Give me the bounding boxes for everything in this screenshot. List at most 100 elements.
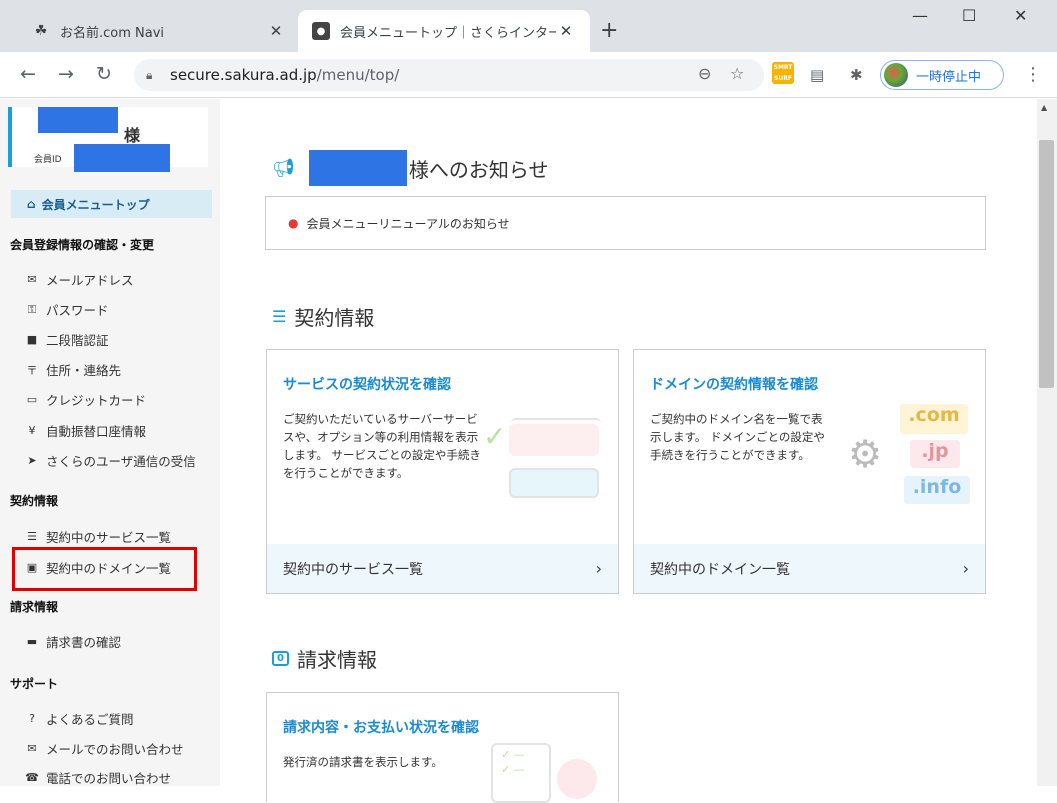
card-description: ご契約中のドメイン名を一覧で表示します。 ドメインごとの設定や手続きを行うことが… [650,412,825,462]
maximize-button[interactable]: ☐ [962,6,976,25]
card-description: 発行済の請求書を表示します。 [283,755,443,769]
check-icon: ✓ [483,420,507,453]
envelope-icon: ✉ [27,273,37,286]
gear-icon: ⚙ [848,432,883,476]
redacted-member-id [74,144,170,172]
user-info: 様 会員ID [8,107,208,172]
scrollbar-thumb[interactable] [1039,140,1054,388]
profile-status: 一時停止中 [916,69,982,85]
profile-button[interactable]: 一時停止中 [880,60,1004,90]
question-circle-icon: ? [29,712,35,725]
invoice-illustration: ✓ — ✓ — [487,739,607,803]
sidebar-item-phone-contact[interactable]: ☎ 電話でのお問い合わせ [24,768,171,787]
card-title: サービスの契約状況を確認 [283,377,451,393]
zoom-icon[interactable]: ⊖ [698,64,711,83]
domain-badge: .info [904,476,970,504]
card-footer-link[interactable]: 契約中のサービス一覧 › [267,544,618,593]
section-account: 会員登録情報の確認・変更 [10,238,155,252]
redacted-name [308,150,407,186]
notes-extension-icon[interactable]: ▤ [810,66,824,84]
sidebar-item-password[interactable]: ⚿ パスワード [24,300,109,319]
contract-heading: ☰ 契約情報 [272,306,375,330]
sidebar-item-address[interactable]: 〒住所・連絡先 [24,360,122,379]
phone-icon: ☎ [25,771,39,784]
server-icon: ☰ [272,307,287,326]
envelope-icon: ✉ [27,742,37,755]
billing-heading: 0 請求情報 [272,644,377,673]
back-arrow-icon[interactable]: ← [20,63,36,85]
sidebar-item-label: 会員メニュートップ [41,197,150,212]
reload-icon[interactable]: ↻ [96,63,112,85]
megaphone-icon: 📢︎ [272,157,295,179]
sidebar-item-credit-card[interactable]: ▭ クレジットカード [24,390,146,409]
card-description: ご契約いただいているサーバーサービスや、オプション等の利用情報を表示します。 サ… [283,412,481,480]
forward-arrow-icon[interactable]: → [58,63,74,85]
card-title: ドメインの契約情報を確認 [650,377,818,393]
service-illustration: ✓ [483,412,603,502]
sidebar-item-menu-top[interactable]: ⌂ 会員メニュートップ [11,190,212,218]
invoice-icon: ▬ [26,635,38,648]
domain-badge: .com [900,404,968,434]
section-billing: 請求情報 [10,600,59,614]
close-tab-icon[interactable]: ✕ [556,22,576,40]
section-support: サポート [10,677,59,691]
sidebar-item-services[interactable]: ☰ 契約中のサービス一覧 [24,527,171,546]
yen-icon: ¥ [28,424,36,437]
sidebar-item-auto-debit[interactable]: ¥ 自動振替口座情報 [24,421,147,440]
minimize-button[interactable]: — [912,6,928,25]
page-title: 📢︎ 様へのお知らせ [272,150,548,186]
avatar [884,63,908,87]
postal-mark-icon: 〒 [26,363,38,377]
tab-title: 会員メニュートップ｜さくらインターネット [340,25,556,41]
card-title: 請求内容・お支払い状況を確認 [283,720,479,736]
sidebar-item-email[interactable]: ✉ メールアドレス [24,270,133,289]
checklist-icon: ✓ — ✓ — [501,748,525,776]
sidebar-item-faq[interactable]: ? よくあるご質問 [24,709,133,728]
browser-toolbar: ← → ↻ 🔒︎ secure.sakura.ad.jp/menu/top/ ⊖… [0,52,1057,98]
sakura-favicon-icon: ● [312,22,330,40]
onamae-favicon-icon: ☘ [34,23,48,39]
user-suffix: 様 [124,126,141,145]
domain-illustration: ⚙ .com .jp .info [844,404,974,508]
highlight-box [12,547,197,591]
notice-link[interactable]: 会員メニューリニューアルのお知らせ [306,215,509,232]
url-path: /menu/top/ [316,66,400,84]
extensions-puzzle-icon[interactable]: ✱ [850,66,863,84]
domain-badge: .jp [910,440,960,468]
new-tab-button[interactable]: + [600,18,618,43]
redacted-name [38,107,118,133]
section-contract: 契約情報 [10,494,59,508]
alert-icon: ● [288,216,299,230]
sidebar-item-2fa[interactable]: ■ 二段階認証 [24,330,109,349]
domain-card[interactable]: ドメインの契約情報を確認 ご契約中のドメイン名を一覧で表示します。 ドメインごと… [633,349,986,594]
close-tab-icon[interactable]: ✕ [266,22,286,40]
tab-onamae[interactable]: ☘ お名前.com Navi ✕ [18,10,300,52]
scroll-up-arrow-icon[interactable]: ▲ [1041,103,1047,112]
send-icon: ➤ [27,454,37,467]
card-footer-link[interactable]: 契約中のドメイン一覧 › [634,544,985,593]
bookmark-star-icon[interactable]: ☆ [730,64,744,83]
sidebar: 様 会員ID ⌂ 会員メニュートップ 会員登録情報の確認・変更 ✉ メールアドレス… [0,99,220,786]
banknote-icon: 0 [272,651,289,666]
credit-card-icon: ▭ [26,393,38,406]
tab-strip: ☘ お名前.com Navi ✕ ● 会員メニュートップ｜さくらインターネット … [0,0,1057,52]
address-bar[interactable]: 🔒︎ secure.sakura.ad.jp/menu/top/ ⊖ ☆ [134,59,764,91]
chevron-right-icon: › [595,559,602,578]
service-card[interactable]: サービスの契約状況を確認 ご契約いただいているサーバーサービスや、オプション等の… [266,349,619,594]
notice-box[interactable]: ● 会員メニューリニューアルのお知らせ [265,196,986,250]
tab-title: お名前.com Navi [60,25,165,41]
tab-sakura[interactable]: ● 会員メニュートップ｜さくらインターネット ✕ [298,10,590,52]
sidebar-item-mail-contact[interactable]: ✉ メールでのお問い合わせ [24,739,183,758]
home-icon: ⌂ [27,197,36,211]
more-menu-icon[interactable]: ⋮ [1024,64,1042,85]
lock-icon: 🔒︎ [146,67,153,82]
sidebar-item-newsletter[interactable]: ➤ さくらのユーザ通信の受信 [24,451,195,470]
sidebar-item-invoices[interactable]: ▬ 請求書の確認 [24,632,121,651]
server-icon: ☰ [27,530,37,543]
smartsurf-extension-icon[interactable]: SMRT SURF [772,62,794,84]
key-icon: ⚿ [27,302,37,316]
url-host: secure.sakura.ad.jp [170,66,317,84]
member-id-label: 会員ID [34,155,62,165]
window-close-button[interactable]: ✕ [1014,6,1027,25]
lock-icon: ■ [26,333,38,346]
